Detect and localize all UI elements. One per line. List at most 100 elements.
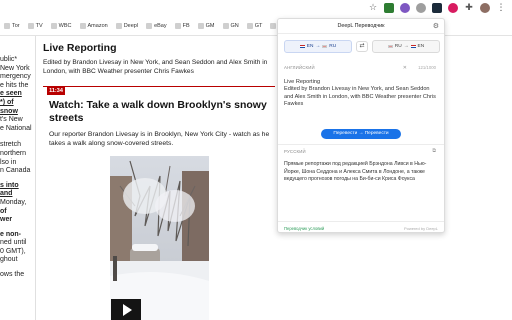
bookmark-label: GT — [254, 23, 263, 29]
sidebar-link[interactable]: s into and — [0, 182, 32, 199]
page-title: Live Reporting — [43, 42, 117, 54]
copy-icon[interactable]: ⧉ — [432, 148, 436, 154]
translated-text: Прямые репортажи под редакцией Брэндона … — [284, 161, 427, 183]
sidebar-line: mergency — [0, 73, 31, 81]
sidebar-line: New York — [0, 64, 30, 72]
flag-ru-icon — [387, 44, 393, 49]
sidebar-line: ows the — [0, 271, 25, 279]
translate-button[interactable]: Перевести → Перевести — [321, 129, 401, 139]
bookmark-item[interactable]: FB — [171, 23, 194, 29]
alt-source-lang-label: RU — [394, 44, 402, 49]
extension-area: ☆ ✚ ⋮ — [368, 3, 506, 13]
sidebar-line: e hits the — [0, 81, 29, 89]
powered-by-label: Powered by DeepL — [403, 226, 438, 231]
bookmark-label: TV — [35, 23, 43, 29]
sidebar-line: northern — [0, 149, 27, 157]
flag-ru-icon — [322, 44, 328, 49]
clear-text-icon[interactable]: ✕ — [403, 65, 407, 71]
source-text-area[interactable]: Live Reporting Edited by Brandon Livesay… — [284, 79, 440, 109]
bookmark-favicon-icon — [79, 23, 86, 29]
target-language-label: РУССКИЙ — [284, 149, 306, 154]
bookmark-favicon-icon — [50, 23, 57, 29]
bookmark-label: GN — [230, 23, 239, 29]
post-time-badge: 11:34 — [47, 87, 65, 95]
browser-menu-icon[interactable]: ⋮ — [496, 3, 506, 13]
extension-pink-icon[interactable] — [448, 3, 458, 13]
extension-green-icon[interactable] — [384, 3, 394, 13]
post-title: Watch: Take a walk down Brooklyn's snowy… — [49, 99, 267, 124]
bookmark-item[interactable]: Amazon — [76, 23, 112, 29]
flag-en-icon — [410, 44, 416, 49]
bookmark-item[interactable]: GM — [194, 23, 219, 29]
sidebar-line: Monday, — [0, 198, 27, 206]
browser-toolbar: ☆ ✚ ⋮ — [0, 0, 512, 18]
source-language-label: АНГЛИЙСКИЙ — [284, 65, 315, 70]
bookmark-favicon-icon — [174, 23, 181, 29]
extensions-puzzle-icon[interactable]: ✚ — [464, 3, 474, 13]
post-body: Our reporter Brandon Livesay is in Brook… — [49, 131, 270, 148]
popup-title: DeepL Переводчик — [337, 23, 385, 29]
video-play-button[interactable] — [111, 299, 141, 320]
bookmark-label: Deepl — [123, 23, 139, 29]
article-lead: Edited by Brandon Livesay in New York, a… — [43, 59, 268, 75]
sidebar-line: e National — [0, 124, 32, 132]
bookmark-item[interactable]: TV — [24, 23, 47, 29]
footer-divider — [278, 221, 444, 222]
bookmark-item[interactable]: Tor — [0, 23, 24, 29]
sidebar-line: of — [0, 207, 7, 215]
column-divider — [35, 36, 36, 320]
bookmark-item[interactable]: Deepl — [112, 23, 142, 29]
video-thumbnail[interactable] — [110, 156, 209, 320]
bookmark-favicon-icon — [222, 23, 229, 29]
header-divider — [278, 33, 444, 34]
popup-header: DeepL Переводчик ⚙ — [278, 19, 444, 33]
snowy-street-image — [110, 156, 209, 320]
bookmark-label: WBC — [58, 23, 72, 29]
bookmark-star-icon[interactable]: ☆ — [368, 3, 378, 13]
arrow-right-icon: → — [315, 44, 321, 49]
play-icon — [123, 303, 132, 316]
deepl-extension-icon[interactable] — [432, 3, 442, 13]
bookmark-favicon-icon — [27, 23, 34, 29]
arrow-right-icon: → — [403, 44, 409, 49]
left-sidebar-text: ublic* New York mergency e hits the e se… — [0, 56, 32, 280]
timeline-rule — [43, 86, 275, 87]
profile-avatar-icon[interactable] — [480, 3, 490, 13]
sidebar-line: ghout — [0, 256, 18, 264]
bookmark-item[interactable]: GN — [219, 23, 243, 29]
source-text: Live Reporting Edited by Brandon Livesay… — [284, 79, 436, 108]
sidebar-line: ublic* — [0, 56, 18, 63]
bookmark-favicon-icon — [246, 23, 253, 29]
sidebar-line: ned until — [0, 239, 27, 247]
alt-target-lang-label: EN — [417, 44, 425, 49]
bookmark-item[interactable]: eBay — [142, 23, 171, 29]
bookmark-label: Amazon — [87, 23, 108, 29]
target-lang-label: RU — [329, 44, 337, 49]
alt-language-button[interactable]: RU → EN — [372, 40, 440, 53]
bookmark-item[interactable]: GT — [243, 23, 267, 29]
extension-purple-icon[interactable] — [400, 3, 410, 13]
extension-gray-icon[interactable] — [416, 3, 426, 13]
bookmark-label: FB — [182, 23, 190, 29]
sidebar-line: 0 GMT), — [0, 247, 26, 255]
bookmark-favicon-icon — [146, 23, 153, 29]
bookmark-favicon-icon — [270, 23, 277, 29]
bookmark-favicon-icon — [4, 23, 10, 29]
source-lang-label: EN — [306, 44, 314, 49]
bookmark-label: eBay — [154, 23, 167, 29]
bookmark-favicon-icon — [197, 23, 204, 29]
bookmark-label: GM — [205, 23, 215, 29]
flag-en-icon — [299, 44, 305, 49]
terms-link[interactable]: Переводчик условий — [284, 226, 324, 231]
sidebar-line: e non- — [0, 230, 21, 238]
settings-gear-icon[interactable]: ⚙ — [433, 22, 439, 30]
sidebar-link[interactable]: e seen — [0, 90, 32, 99]
source-target-language-button[interactable]: EN → RU — [284, 40, 352, 53]
sidebar-line: t's New — [0, 116, 23, 124]
bookmark-item[interactable]: WBC — [47, 23, 76, 29]
deepl-translator-popup: DeepL Переводчик ⚙ EN → RU ⇄ RU → EN АНГ… — [277, 18, 445, 233]
sidebar-link[interactable]: *) of snow — [0, 99, 32, 116]
bookmark-label: Tor — [12, 23, 20, 29]
swap-languages-icon[interactable]: ⇄ — [356, 41, 368, 52]
char-counter: 121/1000 — [418, 65, 436, 70]
